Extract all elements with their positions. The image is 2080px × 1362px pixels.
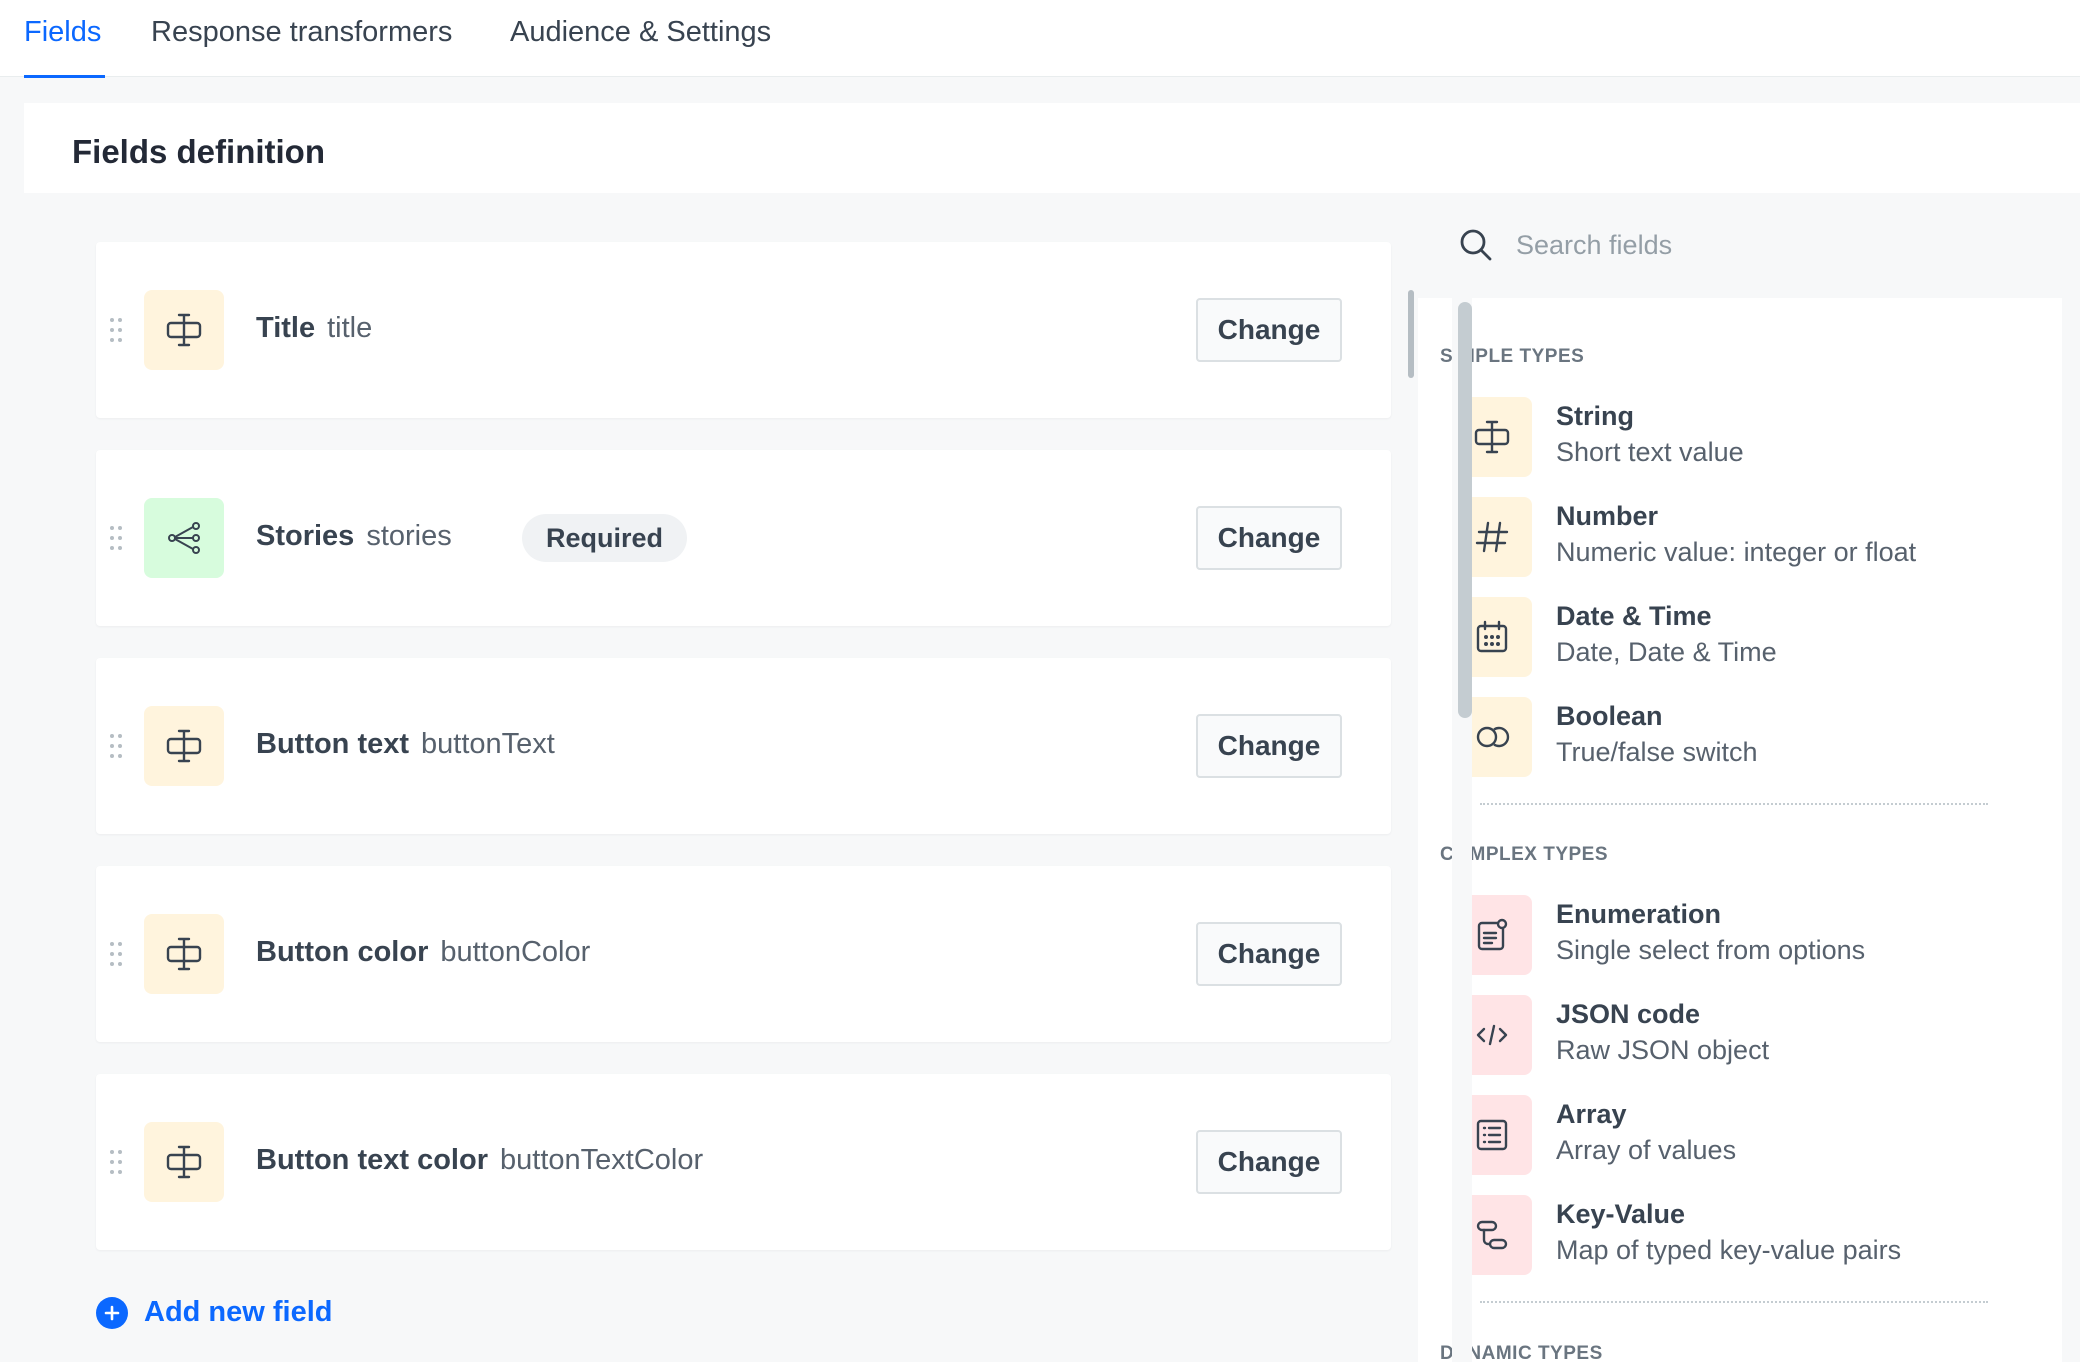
search-icon xyxy=(1460,229,1492,261)
change-button[interactable]: Change xyxy=(1196,922,1342,986)
share-nodes-icon xyxy=(144,498,224,578)
change-button[interactable]: Change xyxy=(1196,506,1342,570)
type-name: Number xyxy=(1556,501,1659,531)
type-name: Date & Time xyxy=(1556,601,1712,631)
type-item-string[interactable]: String Short text value xyxy=(1452,397,1852,481)
change-button[interactable]: Change xyxy=(1196,1130,1342,1194)
section-divider xyxy=(1480,1301,1988,1303)
field-name: Title title xyxy=(256,312,372,345)
change-button[interactable]: Change xyxy=(1196,298,1342,362)
field-name: Stories stories xyxy=(256,520,452,553)
type-description: Map of typed key-value pairs xyxy=(1556,1235,1902,1265)
field-key: buttonText xyxy=(421,728,555,760)
drag-handle-icon[interactable] xyxy=(110,526,124,550)
plus-icon xyxy=(96,1296,128,1329)
type-item-enumeration[interactable]: Enumeration Single select from options xyxy=(1452,895,1865,979)
section-divider xyxy=(1480,803,1988,805)
text-field-icon xyxy=(144,706,224,786)
search-input[interactable] xyxy=(1516,221,2016,269)
field-key: title xyxy=(327,312,373,344)
field-card-button-text: Button text buttonText Change xyxy=(96,658,1391,834)
panel-header: Fields definition xyxy=(24,103,2080,193)
field-card-stories: Stories stories Required Change xyxy=(96,450,1391,626)
type-description: Raw JSON object xyxy=(1556,1035,1770,1065)
type-item-array[interactable]: Array Array of values xyxy=(1452,1095,1852,1179)
tab-response-transformers[interactable]: Response transformers xyxy=(151,16,452,49)
field-card-button-color: Button color buttonColor Change xyxy=(96,866,1391,1042)
drag-handle-icon[interactable] xyxy=(110,318,124,342)
field-type-picker: SIMPLE TYPES String Short text value Num… xyxy=(1418,193,2062,1362)
required-badge: Required xyxy=(522,514,688,562)
content-scrollbar[interactable] xyxy=(1408,290,1414,378)
type-item-number[interactable]: Number Numeric value: integer or float xyxy=(1452,497,1916,581)
field-label: Button text xyxy=(256,728,410,760)
type-item-key-value[interactable]: Key-Value Map of typed key-value pairs xyxy=(1452,1195,1901,1279)
field-name: Button text buttonText xyxy=(256,728,555,761)
type-name: String xyxy=(1556,401,1634,431)
type-name: Boolean xyxy=(1556,701,1663,731)
type-name: JSON code xyxy=(1556,999,1701,1029)
tab-bar: Fields Response transformers Audience & … xyxy=(0,0,2080,78)
field-card-button-text-color: Button text color buttonTextColor Change xyxy=(96,1074,1391,1250)
field-label: Button color xyxy=(256,936,429,968)
field-label: Button text color xyxy=(256,1144,488,1176)
tab-fields[interactable]: Fields xyxy=(24,16,101,49)
type-description: Date, Date & Time xyxy=(1556,637,1777,667)
field-label: Stories xyxy=(256,520,355,552)
add-new-field-button[interactable]: Add new field xyxy=(96,1296,333,1329)
type-item-json-code[interactable]: JSON code Raw JSON object xyxy=(1452,995,1852,1079)
field-name: Button text color buttonTextColor xyxy=(256,1144,703,1177)
type-description: True/false switch xyxy=(1556,737,1758,767)
sidebar-scrollbar[interactable] xyxy=(1458,302,1472,718)
field-key: buttonTextColor xyxy=(500,1144,704,1176)
type-description: Array of values xyxy=(1556,1135,1737,1165)
field-name: Button color buttonColor xyxy=(256,936,590,969)
type-name: Array xyxy=(1556,1099,1627,1129)
type-name: Enumeration xyxy=(1556,899,1722,929)
change-button[interactable]: Change xyxy=(1196,714,1342,778)
type-description: Short text value xyxy=(1556,437,1744,467)
text-field-icon xyxy=(144,914,224,994)
type-description: Numeric value: integer or float xyxy=(1556,537,1917,567)
drag-handle-icon[interactable] xyxy=(110,942,124,966)
type-item-date-time[interactable]: Date & Time Date, Date & Time xyxy=(1452,597,1852,681)
field-key: stories xyxy=(366,520,452,552)
type-name: Key-Value xyxy=(1556,1199,1686,1229)
field-card-title: Title title Change xyxy=(96,242,1391,418)
text-field-icon xyxy=(144,1122,224,1202)
drag-handle-icon[interactable] xyxy=(110,1150,124,1174)
type-item-boolean[interactable]: Boolean True/false switch xyxy=(1452,697,1852,781)
active-tab-indicator xyxy=(24,75,105,78)
drag-handle-icon[interactable] xyxy=(110,734,124,758)
field-label: Title xyxy=(256,312,316,344)
type-description: Single select from options xyxy=(1556,935,1866,965)
search-bar xyxy=(1418,193,2062,298)
page-title: Fields definition xyxy=(72,133,325,170)
tab-audience-settings[interactable]: Audience & Settings xyxy=(510,16,771,49)
add-new-field-label: Add new field xyxy=(144,1296,333,1328)
text-field-icon xyxy=(144,290,224,370)
field-key: buttonColor xyxy=(440,936,591,968)
